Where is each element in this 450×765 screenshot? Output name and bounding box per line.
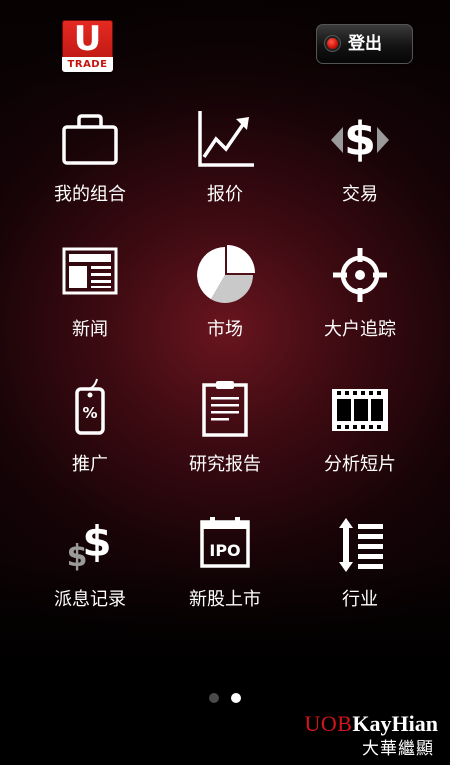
menu-item-label: 研究报告 <box>189 454 261 475</box>
menu-item-ipo-listings[interactable]: IPO 新股上市 <box>155 510 295 630</box>
menu-item-label: 分析短片 <box>324 454 396 475</box>
logo-text: TRADE <box>62 57 113 72</box>
line-chart-icon <box>190 105 260 175</box>
menu-item-portfolio[interactable]: 我的组合 <box>20 105 160 225</box>
utrade-logo: U TRADE <box>62 20 113 72</box>
menu-item-dividend-history[interactable]: $ $ 派息记录 <box>20 510 160 630</box>
menu-item-label: 报价 <box>207 184 243 205</box>
menu-item-label: 市场 <box>207 319 243 340</box>
brand-name-chinese: 大華繼顯 <box>362 739 434 759</box>
sector-list-icon <box>325 510 395 580</box>
menu-item-research-reports[interactable]: 研究报告 <box>155 375 295 495</box>
film-strip-icon <box>325 375 395 445</box>
svg-text:$: $ <box>82 517 111 566</box>
ipo-icon: IPO <box>190 510 260 580</box>
brand-name-part2: KayHian <box>352 711 438 736</box>
logo-letter: U <box>73 20 102 59</box>
svg-text:%: % <box>82 404 97 422</box>
menu-item-promotions[interactable]: % 推广 <box>20 375 160 495</box>
crosshair-icon <box>325 240 395 310</box>
menu-item-label: 交易 <box>342 184 378 205</box>
dividend-dollar-icon: $ $ <box>55 510 125 580</box>
menu-item-big-player-tracking[interactable]: 大户追踪 <box>290 240 430 360</box>
home-screen: U TRADE 登出 我的组合 报价 $ 交易 新闻 市场 大户追踪 % 推广 … <box>0 0 450 765</box>
menu-item-sectors[interactable]: 行业 <box>290 510 430 630</box>
brand-name-part1: UOB <box>304 711 353 736</box>
dollar-exchange-icon: $ <box>325 105 395 175</box>
menu-item-label: 大户追踪 <box>324 319 396 340</box>
menu-item-label: 行业 <box>342 589 378 610</box>
menu-item-trade[interactable]: $ 交易 <box>290 105 430 225</box>
menu-item-label: 派息记录 <box>54 589 126 610</box>
briefcase-icon <box>55 105 125 175</box>
menu-item-analysis-videos[interactable]: 分析短片 <box>290 375 430 495</box>
menu-item-label: 我的组合 <box>54 184 126 205</box>
logout-indicator-icon <box>327 38 338 49</box>
pie-chart-icon <box>190 240 260 310</box>
menu-item-label: 推广 <box>72 454 108 475</box>
menu-item-label: 新闻 <box>72 319 108 340</box>
logout-button[interactable]: 登出 <box>316 24 413 64</box>
logout-label: 登出 <box>348 34 382 54</box>
menu-item-label: 新股上市 <box>189 589 261 610</box>
svg-text:IPO: IPO <box>209 541 240 560</box>
page-indicator-dot-active[interactable] <box>231 693 241 703</box>
page-indicator-dot[interactable] <box>209 693 219 703</box>
svg-text:$: $ <box>344 112 376 166</box>
percent-tag-icon: % <box>55 375 125 445</box>
clipboard-report-icon <box>190 375 260 445</box>
menu-item-market[interactable]: 市场 <box>155 240 295 360</box>
newspaper-icon <box>55 240 125 310</box>
brand-name: UOBKayHian <box>278 712 438 736</box>
menu-item-news[interactable]: 新闻 <box>20 240 160 360</box>
uob-kayhian-logo: UOBKayHian 大華繼顯 <box>278 712 438 760</box>
menu-item-quotes[interactable]: 报价 <box>155 105 295 225</box>
